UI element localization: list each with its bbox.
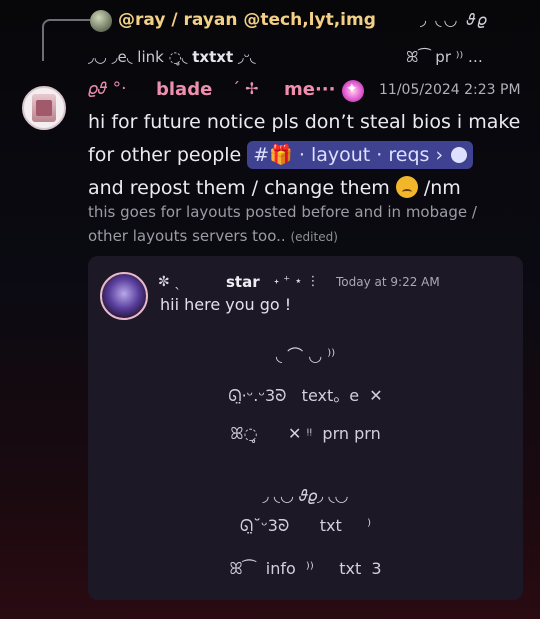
bio-line: ᘏ̤·ᵕ.ᵕ𝟥ᘐ text。e ✕ bbox=[228, 386, 383, 405]
reply-preview-left: ◞◡ ◞e◟ bbox=[88, 48, 138, 66]
subtext-line-2: other layouts servers too.. (edited) bbox=[88, 224, 528, 249]
subtext-line-2-text: other layouts servers too.. bbox=[88, 227, 291, 245]
username-suffix[interactable]: me··· bbox=[284, 79, 335, 100]
bio-line: ᘏ̤˘ᵕ𝟥ᘐ txt ⁾ bbox=[239, 516, 372, 535]
avatar-image-detail bbox=[36, 100, 52, 116]
embedded-screenshot[interactable]: ✼ ˎ star ˖ ⁺ ⋆ ⋮ Today at 9:22 AM hii he… bbox=[88, 256, 523, 600]
reply-preview-right: ꕤ⁀ pr ⁾⁾ … bbox=[406, 48, 483, 66]
edited-label: (edited) bbox=[290, 230, 338, 244]
message-header: 𝜚𝜗 °· blade ˊ ✢ me··· ✦ 11/05/2024 2:23 … bbox=[88, 79, 528, 102]
embed-username[interactable]: star bbox=[226, 273, 260, 291]
message-line-3-text: and repost them / change them bbox=[88, 177, 396, 199]
reply-preview[interactable]: ◞◡ ◞e◟ link ◌̥◟ txtxt ◞ᵕ◟ ꕤ⁀ pr ⁾⁾ … bbox=[88, 48, 483, 66]
message-line-2-text: for other people bbox=[88, 144, 248, 166]
badge-glyph: ✦ bbox=[346, 81, 358, 97]
reply-preview-tail: ◞ᵕ◟ bbox=[233, 48, 256, 66]
message-line-1: hi for future notice pls don’t steal bio… bbox=[88, 111, 521, 133]
message-line-2: for other people #🎁 · layout · reqs › bbox=[88, 139, 528, 172]
reply-preview-bold: txtxt bbox=[192, 48, 234, 66]
message-subtext: this goes for layouts posted before and … bbox=[88, 200, 528, 249]
sad-face-emoji-icon[interactable] bbox=[395, 175, 418, 198]
bio-line: ◞ ◟◡ 𝜗𝜚◞ ◟◡ bbox=[262, 486, 349, 505]
timestamp[interactable]: 11/05/2024 2:23 PM bbox=[379, 82, 521, 98]
reply-avatar[interactable] bbox=[90, 10, 112, 32]
embed-avatar[interactable] bbox=[100, 272, 148, 320]
subtext-line-1: this goes for layouts posted before and … bbox=[88, 203, 477, 221]
hash-icon: # bbox=[253, 143, 270, 166]
embed-message-text: hii here you go ! bbox=[160, 295, 292, 314]
embed-name-deco: ✼ ˎ bbox=[158, 274, 182, 290]
bio-line: ꕤ⁀ info ⁾⁾ txt 𝟥 bbox=[229, 559, 382, 578]
username-deco: 𝜚𝜗 °· bbox=[88, 79, 127, 99]
avatar[interactable] bbox=[22, 86, 66, 130]
channel-name: · layout · reqs › bbox=[292, 143, 444, 166]
reply-connector-line bbox=[42, 19, 90, 61]
chat-bubble-icon bbox=[451, 147, 468, 163]
embed-name-deco-2: ˖ ⁺ ⋆ ⋮ bbox=[274, 274, 320, 289]
reply-preview-mid: ◌̥◟ bbox=[168, 48, 193, 66]
bio-line: ◟ ⌒ ◡ ⁾⁾ bbox=[275, 346, 336, 365]
reply-deco: ◞ ◟◡ 𝜗𝜚 bbox=[420, 10, 489, 29]
embed-timestamp: Today at 9:22 AM bbox=[336, 275, 440, 289]
reply-author[interactable]: @ray / rayan @tech,lyt,img bbox=[118, 10, 376, 30]
username[interactable]: blade bbox=[156, 79, 212, 100]
message-text: hi for future notice pls don’t steal bio… bbox=[88, 106, 528, 205]
role-badge-icon[interactable]: ✦ bbox=[342, 80, 364, 102]
username-deco-2: ˊ ✢ bbox=[232, 79, 259, 98]
channel-mention[interactable]: #🎁 · layout · reqs › bbox=[247, 140, 474, 169]
bio-line: ꕤ◌̥ ✕ ᵎᵎ prn prn bbox=[230, 424, 381, 443]
reply-preview-link: link bbox=[137, 48, 169, 66]
gift-icon: 🎁 bbox=[269, 143, 293, 166]
message-line-3-end: /nm bbox=[417, 177, 461, 199]
